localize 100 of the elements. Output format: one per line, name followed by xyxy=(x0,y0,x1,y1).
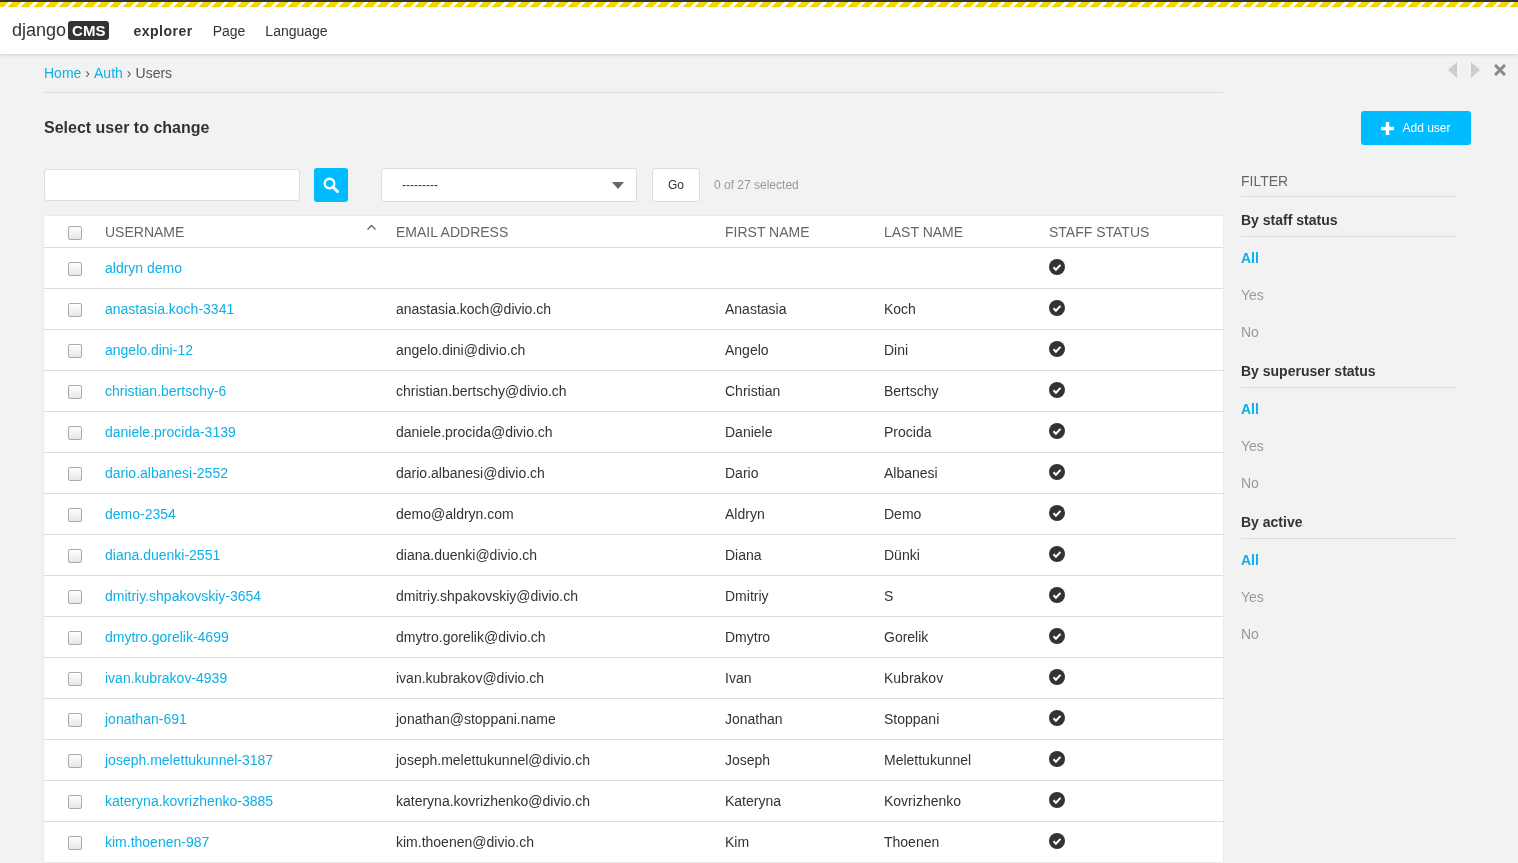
breadcrumb-link[interactable]: Auth xyxy=(94,65,123,81)
row-checkbox[interactable] xyxy=(67,795,82,810)
filter-group-title: By staff status xyxy=(1241,212,1338,228)
caret-icon xyxy=(612,181,624,189)
column-header[interactable]: STAFF STATUS xyxy=(1049,223,1150,240)
filter-option[interactable]: No xyxy=(1241,462,1259,499)
first-name-cell: Daniele xyxy=(725,424,773,440)
first-name-cell: Kim xyxy=(725,834,750,850)
close-icon[interactable] xyxy=(1494,64,1506,76)
row-checkbox[interactable] xyxy=(67,672,82,687)
last-name-cell: Thoenen xyxy=(884,834,940,850)
breadcrumb-link[interactable]: Home xyxy=(44,65,82,81)
username-link[interactable]: angelo.dini-12 xyxy=(105,342,193,358)
search-icon xyxy=(323,177,339,193)
toolbar-menu-item[interactable]: Page xyxy=(212,22,246,39)
toolbar-menu-item[interactable]: Language xyxy=(265,22,328,39)
first-name-cell: Aldryn xyxy=(725,506,765,522)
username-link[interactable]: kim.thoenen-987 xyxy=(105,834,210,850)
row-checkbox[interactable] xyxy=(67,508,82,523)
action-dropdown[interactable]: --------- xyxy=(381,168,637,202)
row-checkbox[interactable] xyxy=(67,754,82,769)
email-cell: kateryna.kovrizhenko@divio.ch xyxy=(396,793,590,809)
email-cell: joseph.melettukunnel@divio.ch xyxy=(396,752,590,768)
plus-icon xyxy=(1381,121,1395,135)
filter-option[interactable]: No xyxy=(1241,613,1259,650)
username-link[interactable]: christian.bertschy-6 xyxy=(105,383,227,399)
row-checkbox[interactable] xyxy=(67,549,82,564)
email-cell: diana.duenki@divio.ch xyxy=(396,547,538,563)
username-link[interactable]: ivan.kubrakov-4939 xyxy=(105,670,228,686)
column-header[interactable]: EMAIL ADDRESS xyxy=(396,223,509,240)
filter-option[interactable]: No xyxy=(1241,311,1259,348)
first-name-cell: Jonathan xyxy=(725,711,783,727)
username-link[interactable]: diana.duenki-2551 xyxy=(105,547,221,563)
username-link[interactable]: aldryn demo xyxy=(105,260,183,276)
search-button[interactable] xyxy=(314,168,348,202)
toolbar-menu-item[interactable]: explorer xyxy=(133,22,193,39)
first-name-cell: Joseph xyxy=(725,752,771,768)
username-link[interactable]: anastasia.koch-3341 xyxy=(105,301,235,317)
filter-option[interactable]: All xyxy=(1241,237,1259,274)
last-name-cell: S xyxy=(884,588,894,604)
filter-option[interactable]: Yes xyxy=(1241,425,1264,462)
column-header[interactable]: LAST NAME xyxy=(884,223,964,240)
username-link[interactable]: dmytro.gorelik-4699 xyxy=(105,629,229,645)
column-header[interactable]: USERNAME xyxy=(105,223,185,240)
row-checkbox[interactable] xyxy=(67,344,82,359)
last-name-cell: Stoppani xyxy=(884,711,940,727)
first-name-cell: Kateryna xyxy=(725,793,782,809)
first-name-cell: Ivan xyxy=(725,670,752,686)
row-checkbox[interactable] xyxy=(67,303,82,318)
filter-option[interactable]: Yes xyxy=(1241,274,1264,311)
logo-text: django xyxy=(12,20,67,41)
row-checkbox[interactable] xyxy=(67,713,82,728)
last-name-cell: Melettukunnel xyxy=(884,752,972,768)
breadcrumb-current: Users xyxy=(135,65,173,81)
row-checkbox[interactable] xyxy=(67,590,82,605)
email-cell: anastasia.koch@divio.ch xyxy=(396,301,552,317)
row-checkbox[interactable] xyxy=(67,385,82,400)
filter-title: FILTER xyxy=(1241,173,1289,189)
select-all-checkbox[interactable] xyxy=(67,225,82,240)
row-checkbox[interactable] xyxy=(67,631,82,646)
sort-caret-icon[interactable] xyxy=(367,223,376,230)
search-field[interactable] xyxy=(44,169,300,201)
email-cell: daniele.procida@divio.ch xyxy=(396,424,553,440)
email-cell: dario.albanesi@divio.ch xyxy=(396,465,545,481)
first-name-cell: Diana xyxy=(725,547,762,563)
email-cell: kim.thoenen@divio.ch xyxy=(396,834,534,850)
last-name-cell: Dünki xyxy=(884,547,920,563)
row-checkbox[interactable] xyxy=(67,467,82,482)
username-link[interactable]: jonathan-691 xyxy=(105,711,187,727)
first-name-cell: Angelo xyxy=(725,342,769,358)
first-name-cell: Dmitriy xyxy=(725,588,769,604)
email-cell: ivan.kubrakov@divio.ch xyxy=(396,670,545,686)
filter-group-title: By active xyxy=(1241,514,1303,530)
last-name-cell: Dini xyxy=(884,342,909,358)
username-link[interactable]: dario.albanesi-2552 xyxy=(105,465,228,481)
filter-option[interactable]: Yes xyxy=(1241,576,1264,613)
breadcrumb-separator: › xyxy=(126,65,132,81)
filter-group-title: By superuser status xyxy=(1241,363,1376,379)
username-link[interactable]: demo-2354 xyxy=(105,506,176,522)
username-link[interactable]: daniele.procida-3139 xyxy=(105,424,236,440)
add-user-button[interactable]: Add user xyxy=(1361,111,1471,145)
filter-option[interactable]: All xyxy=(1241,539,1259,576)
row-checkbox[interactable] xyxy=(67,836,82,851)
username-link[interactable]: kateryna.kovrizhenko-3885 xyxy=(105,793,274,809)
username-link[interactable]: joseph.melettukunnel-3187 xyxy=(105,752,274,768)
row-checkbox[interactable] xyxy=(67,426,82,441)
arrow-right-icon[interactable] xyxy=(1471,62,1480,78)
first-name-cell: Christian xyxy=(725,383,781,399)
go-button[interactable]: Go xyxy=(652,168,700,202)
email-cell: angelo.dini@divio.ch xyxy=(396,342,526,358)
last-name-cell: Kovrizhenko xyxy=(884,793,962,809)
row-checkbox[interactable] xyxy=(67,262,82,277)
arrow-left-icon[interactable] xyxy=(1448,62,1457,78)
first-name-cell: Dario xyxy=(725,465,759,481)
filter-option[interactable]: All xyxy=(1241,388,1259,425)
last-name-cell: Demo xyxy=(884,506,922,522)
first-name-cell: Anastasia xyxy=(725,301,787,317)
username-link[interactable]: dmitriy.shpakovskiy-3654 xyxy=(105,588,262,604)
column-header[interactable]: FIRST NAME xyxy=(725,223,810,240)
email-cell: demo@aldryn.com xyxy=(396,506,514,522)
